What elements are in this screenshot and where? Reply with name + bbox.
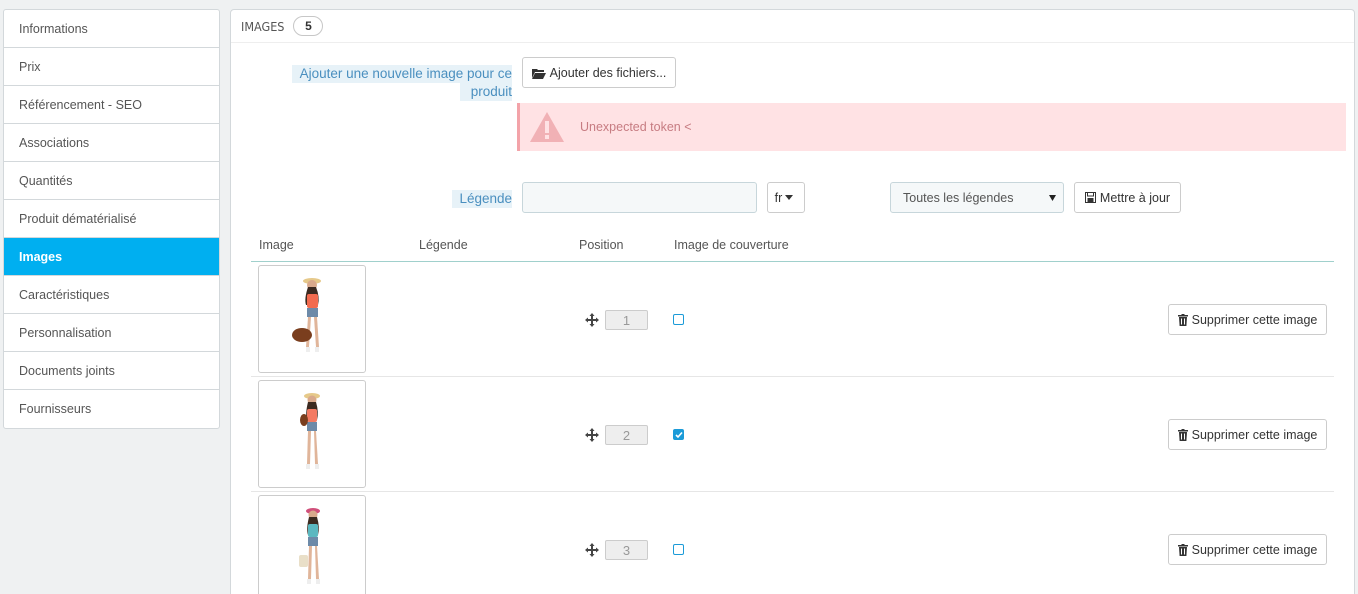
- header-image: Image: [259, 238, 294, 252]
- panel-heading: IMAGES 5: [231, 10, 1354, 43]
- trash-icon: [1177, 313, 1188, 326]
- caret-down-icon: [1049, 195, 1056, 201]
- sidebar-item-fournisseurs[interactable]: Fournisseurs: [4, 390, 219, 428]
- legend-label: Légende: [452, 190, 512, 208]
- delete-image-button[interactable]: Supprimer cette image: [1168, 419, 1327, 450]
- delete-label: Supprimer cette image: [1191, 312, 1318, 327]
- cover-checkbox[interactable]: [673, 429, 684, 440]
- legend-label-text: Légende: [459, 191, 512, 206]
- sidebar-item-seo[interactable]: Référencement - SEO: [4, 86, 219, 124]
- product-photo: [300, 393, 320, 469]
- sidebar-item-documents-joints[interactable]: Documents joints: [4, 352, 219, 390]
- delete-image-button[interactable]: Supprimer cette image: [1168, 304, 1327, 335]
- add-files-label: Ajouter des fichiers...: [549, 65, 667, 80]
- sidebar-item-produit-dematerialise[interactable]: Produit dématérialisé: [4, 200, 219, 238]
- table-row: 3 Supprimer cette image: [251, 492, 1334, 594]
- upload-label: Ajouter une nouvelle image pour ce: [292, 65, 512, 83]
- folder-open-icon: [531, 68, 546, 79]
- sidebar-item-caracteristiques[interactable]: Caractéristiques: [4, 276, 219, 314]
- legend-input[interactable]: [522, 182, 757, 213]
- header-position: Position: [579, 238, 624, 252]
- product-thumbnail[interactable]: [258, 380, 366, 488]
- add-files-button[interactable]: Ajouter des fichiers...: [522, 57, 676, 88]
- save-icon: [1084, 192, 1096, 203]
- error-message: Unexpected token <: [580, 120, 692, 134]
- cover-checkbox[interactable]: [673, 544, 684, 555]
- sidebar-item-personnalisation[interactable]: Personnalisation: [4, 314, 219, 352]
- upload-label-line1: Ajouter une nouvelle image pour ce: [299, 66, 512, 81]
- table-row: 1 Supprimer cette image: [251, 262, 1334, 377]
- language-dropdown[interactable]: fr: [767, 182, 805, 213]
- update-button[interactable]: Mettre à jour: [1074, 182, 1181, 213]
- legend-filter-select[interactable]: Toutes les légendes: [890, 182, 1064, 213]
- move-handle-icon[interactable]: [585, 543, 599, 557]
- sidebar-item-informations[interactable]: Informations: [4, 10, 219, 48]
- product-photo: [292, 278, 321, 352]
- sidebar-item-prix[interactable]: Prix: [4, 48, 219, 86]
- delete-image-button[interactable]: Supprimer cette image: [1168, 534, 1327, 565]
- header-cover: Image de couverture: [674, 238, 789, 252]
- check-icon: [674, 431, 683, 438]
- delete-label: Supprimer cette image: [1191, 542, 1318, 557]
- cover-checkbox[interactable]: [673, 314, 684, 325]
- sidebar-item-quantites[interactable]: Quantités: [4, 162, 219, 200]
- product-thumbnail[interactable]: [258, 265, 366, 373]
- product-photo: [299, 508, 320, 584]
- image-count-badge: 5: [293, 16, 324, 36]
- warning-icon: [530, 112, 564, 142]
- trash-icon: [1177, 428, 1188, 441]
- move-handle-icon[interactable]: [585, 428, 599, 442]
- position-input: 1: [605, 310, 648, 330]
- trash-icon: [1177, 543, 1188, 556]
- move-handle-icon[interactable]: [585, 313, 599, 327]
- sidebar-item-associations[interactable]: Associations: [4, 124, 219, 162]
- legend-filter-value: Toutes les légendes: [903, 190, 1014, 205]
- position-input: 2: [605, 425, 648, 445]
- images-panel: IMAGES 5 Ajouter une nouvelle image pour…: [230, 9, 1355, 594]
- caret-down-icon: [785, 195, 794, 200]
- error-alert: Unexpected token <: [517, 103, 1346, 151]
- product-thumbnail[interactable]: [258, 495, 366, 594]
- panel-title: IMAGES: [241, 18, 285, 34]
- update-label: Mettre à jour: [1099, 190, 1171, 205]
- delete-label: Supprimer cette image: [1191, 427, 1318, 442]
- upload-label-cont: produit: [460, 83, 512, 101]
- upload-label-line2: produit: [470, 84, 512, 99]
- sidebar-item-images[interactable]: Images: [4, 238, 219, 276]
- position-input: 3: [605, 540, 648, 560]
- language-label: fr: [774, 190, 783, 205]
- product-tabs-sidebar: Informations Prix Référencement - SEO As…: [3, 9, 220, 429]
- header-legend: Légende: [419, 238, 468, 252]
- table-row: 2 Supprimer cette image: [251, 377, 1334, 492]
